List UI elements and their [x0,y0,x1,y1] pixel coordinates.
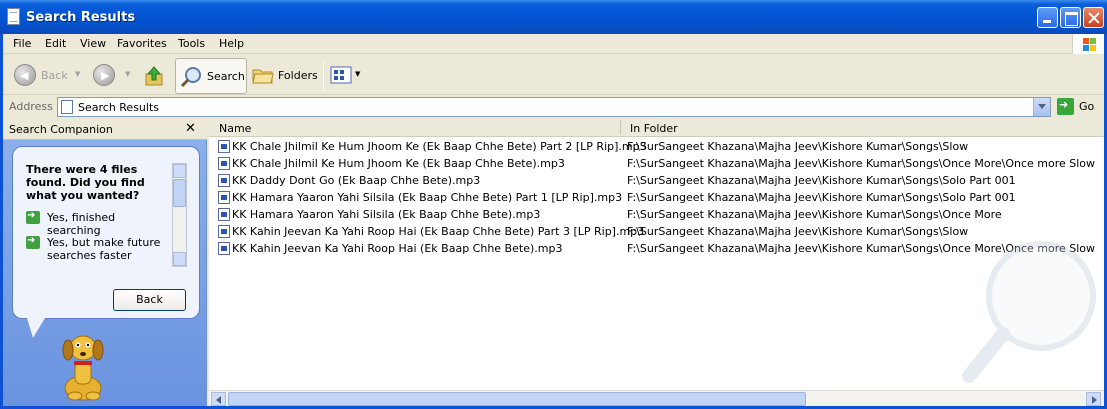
file-name: KK Hamara Yaaron Yahi Silsila (Ek Baap C… [232,208,541,221]
menu-file[interactable]: File [13,37,31,50]
back-arrow-icon[interactable]: ◀ [14,64,36,86]
column-name[interactable]: Name [219,122,251,135]
results-list: Name In Folder KK Chale Jhilmil Ke Hum J… [209,118,1104,406]
file-folder: F:\SurSangeet Khazana\Majha Jeev\Kishore… [627,140,969,153]
mp3-file-icon [218,225,230,238]
title-bar[interactable]: Search Results [0,0,1107,34]
menu-favorites[interactable]: Favorites [117,37,167,50]
folders-button[interactable]: Folders [278,69,318,82]
bubble-scrollbar[interactable] [172,163,187,267]
maximize-button[interactable] [1060,7,1081,28]
table-row[interactable]: KK Chale Jhilmil Ke Hum Jhoom Ke (Ek Baa… [209,138,1104,155]
rover-dog-icon[interactable] [53,328,113,402]
file-name: KK Kahin Jeevan Ka Yahi Roop Hai (Ek Baa… [232,225,645,238]
back-dropdown-icon[interactable]: ▼ [75,70,80,78]
menu-help[interactable]: Help [219,37,244,50]
table-row[interactable]: KK Daddy Dont Go (Ek Baap Chhe Bete).mp3… [209,172,1104,189]
address-dropdown-icon[interactable] [1033,98,1050,116]
menu-edit[interactable]: Edit [45,37,66,50]
search-companion-panel: Search Companion ✕ There were 4 files fo… [3,118,207,406]
views-icon[interactable] [330,66,352,84]
mp3-file-icon [218,157,230,170]
close-companion-icon[interactable]: ✕ [185,121,196,136]
scroll-thumb[interactable] [173,179,186,207]
mp3-file-icon [218,140,230,153]
scroll-up-icon[interactable] [173,164,186,178]
up-folder-icon[interactable] [143,65,165,87]
scroll-left-icon[interactable] [211,392,226,406]
option-finished-searching[interactable]: Yes, finished searching [26,210,166,237]
menu-view[interactable]: View [80,37,106,50]
file-folder: F:\SurSangeet Khazana\Majha Jeev\Kishore… [627,225,969,238]
file-name: KK Chale Jhilmil Ke Hum Jhoom Ke (Ek Baa… [232,140,647,153]
companion-question: There were 4 files found. Did you find w… [26,163,145,202]
search-button[interactable]: Search [175,58,247,94]
window-title: Search Results [26,10,136,25]
forward-dropdown-icon[interactable]: ▼ [125,70,130,78]
column-header: Name In Folder [209,118,1104,137]
back-button[interactable]: Back [41,69,68,82]
address-value: Search Results [78,101,160,114]
menu-bar: File Edit View Favorites Tools Help [3,34,1104,54]
file-name: KK Kahin Jeevan Ka Yahi Roop Hai (Ek Baa… [232,242,563,255]
forward-arrow-icon[interactable]: ▶ [93,64,115,86]
file-folder: F:\SurSangeet Khazana\Majha Jeev\Kishore… [627,191,1016,204]
page-icon [61,100,73,114]
bubble-tail [27,318,45,338]
table-row[interactable]: KK Hamara Yaaron Yahi Silsila (Ek Baap C… [209,206,1104,223]
explorer-window: Search Results File Edit View Favorites … [0,0,1107,409]
minimize-button[interactable] [1037,7,1058,28]
file-name: KK Chale Jhilmil Ke Hum Jhoom Ke (Ek Baa… [232,157,565,170]
search-watermark-icon [962,241,1096,383]
mp3-file-icon [218,174,230,187]
column-in-folder[interactable]: In Folder [630,122,678,135]
go-arrow-icon[interactable] [1057,98,1074,115]
menu-tools[interactable]: Tools [178,37,205,50]
option-faster-searches[interactable]: Yes, but make future searches faster [26,235,166,265]
companion-title: Search Companion [9,123,113,136]
table-row[interactable]: KK Chale Jhilmil Ke Hum Jhoom Ke (Ek Baa… [209,155,1104,172]
address-field[interactable]: Search Results [57,97,1051,117]
file-folder: F:\SurSangeet Khazana\Majha Jeev\Kishore… [627,157,1096,170]
go-button[interactable]: Go [1079,100,1094,113]
magnifier-icon [180,67,201,88]
horizontal-scrollbar[interactable] [209,390,1104,406]
companion-back-button[interactable]: Back [113,289,186,311]
scroll-right-icon[interactable] [1086,392,1101,406]
search-label: Search [207,70,245,83]
file-name: KK Daddy Dont Go (Ek Baap Chhe Bete).mp3 [232,174,481,187]
file-folder: F:\SurSangeet Khazana\Majha Jeev\Kishore… [627,174,1016,187]
windows-logo-icon [1072,34,1104,54]
toolbar-separator [323,61,324,91]
green-arrow-icon [26,210,40,224]
toolbar: ◀ Back ▼ ▶ ▼ Search Folders ▼ [3,55,1104,95]
address-label: Address [9,100,53,113]
close-button[interactable] [1083,7,1104,28]
table-row[interactable]: KK Hamara Yaaron Yahi Silsila (Ek Baap C… [209,189,1104,206]
address-bar: Address Search Results Go [3,96,1104,117]
mp3-file-icon [218,208,230,221]
companion-bubble: There were 4 files found. Did you find w… [12,146,200,319]
mp3-file-icon [218,242,230,255]
scroll-down-icon[interactable] [173,252,186,266]
companion-header: Search Companion ✕ [3,118,207,140]
file-name: KK Hamara Yaaron Yahi Silsila (Ek Baap C… [232,191,623,204]
mp3-file-icon [218,191,230,204]
column-divider[interactable] [620,120,621,135]
file-folder: F:\SurSangeet Khazana\Majha Jeev\Kishore… [627,208,1002,221]
horizontal-scroll-thumb[interactable] [228,392,806,406]
green-arrow-icon [26,235,40,249]
folders-icon[interactable] [252,65,274,85]
document-icon [7,8,20,25]
views-dropdown-icon[interactable]: ▼ [355,70,360,78]
